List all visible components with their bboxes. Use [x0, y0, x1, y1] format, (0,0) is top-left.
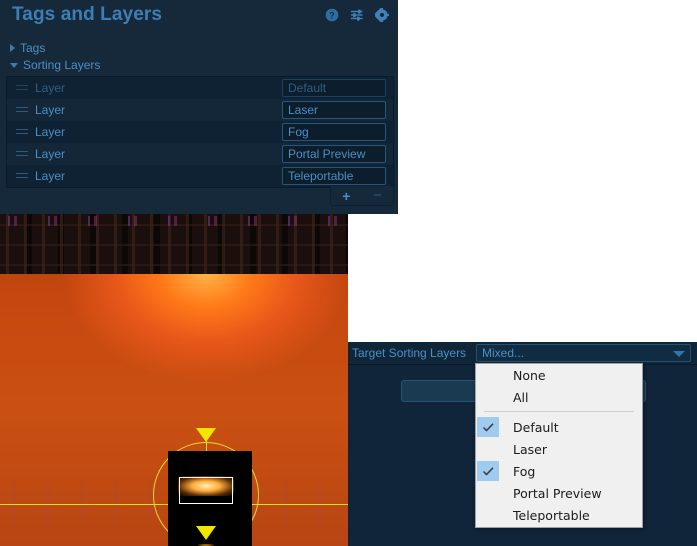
gear-icon[interactable]	[373, 6, 389, 24]
table-row[interactable]: Layer Teleportable	[7, 165, 393, 187]
move-handle-mid-icon[interactable]	[196, 526, 216, 540]
page-title: Tags and Layers	[12, 4, 163, 25]
add-layer-button[interactable]: +	[342, 189, 350, 203]
ceiling-accent-tiles	[0, 216, 348, 226]
layer-row-label: Layer	[35, 169, 66, 183]
foldout-tags[interactable]: Tags	[10, 41, 45, 55]
foldout-tags-label: Tags	[20, 41, 46, 55]
table-row[interactable]: Layer Fog	[7, 121, 393, 143]
menu-item-fog[interactable]: Fog	[476, 460, 642, 482]
menu-separator	[484, 411, 634, 412]
menu-item-label: Laser	[513, 441, 547, 457]
checkmark-icon	[477, 461, 499, 481]
layer-row-label: Layer	[35, 81, 66, 95]
foldout-sorting-layers[interactable]: Sorting Layers	[10, 58, 100, 72]
layer-name-input[interactable]: Laser	[282, 101, 386, 119]
foldout-sorting-layers-label: Sorting Layers	[23, 58, 101, 72]
menu-item-portal-preview[interactable]: Portal Preview	[476, 482, 642, 504]
menu-item-default[interactable]: Default	[476, 416, 642, 438]
chevron-down-icon	[673, 351, 685, 357]
table-row[interactable]: Layer Portal Preview	[7, 143, 393, 165]
menu-item-label: Fog	[513, 463, 536, 479]
menu-item-label: Teleportable	[513, 507, 590, 523]
menu-item-label: All	[513, 389, 529, 405]
drag-handle-icon[interactable]	[16, 107, 28, 113]
remove-layer-button[interactable]: −	[373, 188, 382, 203]
list-footer-toolbar: + −	[330, 186, 394, 206]
menu-item-label: Portal Preview	[513, 485, 602, 501]
layer-row-label: Layer	[35, 103, 66, 117]
tags-and-layers-window: Tags and Layers ? Tags Sorting Layers La…	[0, 0, 398, 214]
table-row[interactable]: Layer Laser	[7, 99, 393, 121]
table-row[interactable]: Layer Default	[7, 77, 393, 99]
preset-icon[interactable]	[350, 8, 364, 22]
layer-name-input[interactable]: Teleportable	[282, 167, 386, 185]
sorting-layers-popup-menu[interactable]: None All Default Laser Fog Portal Previe…	[475, 363, 643, 528]
scene-view[interactable]	[0, 214, 348, 546]
menu-item-all[interactable]: All	[476, 386, 642, 408]
chevron-down-icon	[10, 62, 18, 68]
layer-name-input[interactable]: Fog	[282, 123, 386, 141]
svg-text:?: ?	[329, 11, 335, 21]
sorting-layers-list: Layer Default Layer Laser Layer Fog Laye…	[6, 76, 394, 188]
drag-handle-icon[interactable]	[16, 151, 28, 157]
layer-name-input[interactable]: Portal Preview	[282, 145, 386, 163]
menu-item-laser[interactable]: Laser	[476, 438, 642, 460]
help-icon[interactable]: ?	[325, 8, 339, 22]
chevron-right-icon	[10, 44, 15, 52]
target-sorting-layers-label: Target Sorting Layers	[352, 346, 467, 360]
dropdown-value: Mixed...	[482, 346, 525, 360]
window-header-icons: ?	[325, 6, 389, 24]
target-sorting-layers-dropdown[interactable]: Mixed...	[476, 344, 691, 362]
drag-handle-icon[interactable]	[16, 129, 28, 135]
menu-item-none[interactable]: None	[476, 364, 642, 386]
layer-row-label: Layer	[35, 147, 66, 161]
checkmark-icon	[477, 417, 499, 437]
menu-item-label: None	[513, 367, 546, 383]
menu-item-teleportable[interactable]: Teleportable	[476, 504, 642, 526]
menu-item-label: Default	[513, 419, 559, 435]
layer-name-input[interactable]: Default	[282, 79, 386, 97]
target-sorting-layers-row: Target Sorting Layers Mixed...	[348, 342, 697, 364]
light-selection-box-gizmo	[179, 477, 233, 504]
move-handle-top-icon[interactable]	[196, 428, 216, 442]
drag-handle-icon[interactable]	[16, 173, 28, 179]
layer-row-label: Layer	[35, 125, 66, 139]
drag-handle-icon[interactable]	[16, 85, 28, 91]
screenshot-root: Tags and Layers ? Tags Sorting Layers La…	[0, 0, 697, 546]
